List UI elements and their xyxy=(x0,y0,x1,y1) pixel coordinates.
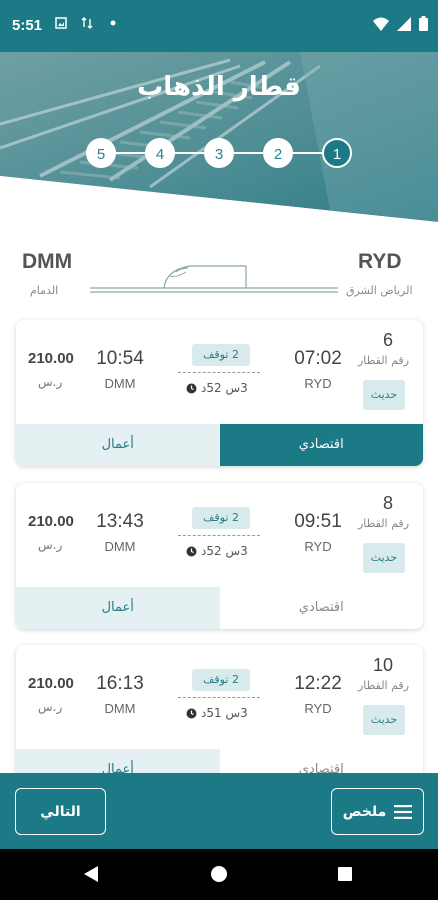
train-type-badge: حديث xyxy=(363,543,405,573)
arrival-time: 13:43 xyxy=(96,511,144,532)
destination-name: الدمام xyxy=(30,284,59,297)
arrival-time: 10:54 xyxy=(96,348,144,369)
trip-card[interactable]: 210.00 ر.س 10:54 DMM 2 توقف 3س 52د 07:02… xyxy=(16,320,423,466)
system-navigation-bar xyxy=(0,849,438,900)
route-summary: DMM الدمام RYD الرياض الشرق xyxy=(0,240,438,310)
status-bar: 5:51 xyxy=(0,0,438,52)
summary-button[interactable]: ملخص xyxy=(331,788,424,835)
app-screen: 5:51 قطار الذهاب 5 4 3 2 1 DMM الدمام RY… xyxy=(0,0,438,900)
currency: ر.س xyxy=(38,700,63,714)
menu-icon xyxy=(394,804,413,819)
cellular-signal-icon xyxy=(397,16,411,31)
train-number: 10 xyxy=(372,655,393,675)
departure-time: 12:22 xyxy=(294,673,342,694)
dot-icon xyxy=(110,20,116,26)
next-button[interactable]: التالي xyxy=(15,788,106,835)
clock-icon xyxy=(186,383,197,393)
stops-badge: 2 توقف xyxy=(192,344,250,366)
economy-class-option[interactable]: اقتصادي xyxy=(219,587,423,629)
next-button-label: التالي xyxy=(40,803,81,820)
home-icon[interactable] xyxy=(211,866,227,882)
departure-time: 09:51 xyxy=(294,511,342,532)
step-3: 3 xyxy=(204,138,234,168)
duration-text: 3س 52د xyxy=(201,544,248,558)
origin-code: RYD xyxy=(358,250,402,273)
train-type-badge: حديث xyxy=(363,380,405,410)
bottom-action-bar: التالي ملخص xyxy=(0,773,438,849)
departure-code: RYD xyxy=(304,539,332,554)
data-transfer-icon xyxy=(81,17,93,29)
duration-text: 3س 51د xyxy=(201,706,248,720)
journey-divider xyxy=(178,697,260,698)
step-4: 4 xyxy=(145,138,175,168)
trip-card[interactable]: 210.00 ر.س 16:13 DMM 2 توقف 3س 51د 12:22… xyxy=(16,645,423,791)
economy-class-option[interactable]: اقتصادي xyxy=(219,424,423,466)
arrival-code: DMM xyxy=(104,701,136,716)
summary-button-label: ملخص xyxy=(342,803,387,820)
clock-icon xyxy=(186,546,197,556)
recent-apps-icon[interactable] xyxy=(338,867,352,881)
train-type-badge: حديث xyxy=(363,705,405,735)
departure-code: RYD xyxy=(304,701,332,716)
duration: 3س 52د xyxy=(186,544,248,558)
step-1-active: 1 xyxy=(322,138,352,168)
arrival-time: 16:13 xyxy=(96,673,144,694)
currency: ر.س xyxy=(38,538,63,552)
train-number-label: رقم القطار xyxy=(357,517,409,530)
duration: 3س 52د xyxy=(186,381,248,395)
departure-code: RYD xyxy=(304,376,332,391)
price: 210.00 xyxy=(28,675,74,692)
progress-stepper: 5 4 3 2 1 xyxy=(86,138,354,168)
stops-badge: 2 توقف xyxy=(192,669,250,691)
journey-divider xyxy=(178,372,260,373)
train-number: 8 xyxy=(382,493,393,513)
train-number-label: رقم القطار xyxy=(357,354,409,367)
destination-code: DMM xyxy=(22,250,73,273)
page-title: قطار الذهاب xyxy=(137,72,301,102)
duration-text: 3س 52د xyxy=(201,381,248,395)
arrival-code: DMM xyxy=(104,539,136,554)
clock-icon xyxy=(186,708,197,718)
business-class-option[interactable]: أعمال xyxy=(16,587,220,629)
step-2: 2 xyxy=(263,138,293,168)
trip-card[interactable]: 210.00 ر.س 13:43 DMM 2 توقف 3س 52د 09:51… xyxy=(16,483,423,629)
image-notification-icon xyxy=(55,17,67,29)
header-banner: قطار الذهاب 5 4 3 2 1 xyxy=(0,52,438,222)
arrival-code: DMM xyxy=(104,376,136,391)
train-number-label: رقم القطار xyxy=(357,679,409,692)
departure-time: 07:02 xyxy=(294,348,342,369)
back-icon[interactable] xyxy=(84,866,98,882)
wifi-icon xyxy=(373,17,389,31)
train-route-icon xyxy=(90,265,338,293)
battery-icon xyxy=(419,16,428,31)
class-selector: أعمال اقتصادي xyxy=(16,424,423,466)
price: 210.00 xyxy=(28,513,74,530)
step-5: 5 xyxy=(86,138,116,168)
duration: 3س 51د xyxy=(186,706,248,720)
price: 210.00 xyxy=(28,350,74,367)
status-time: 5:51 xyxy=(12,17,43,34)
status-right-icons xyxy=(373,16,428,31)
stops-badge: 2 توقف xyxy=(192,507,250,529)
train-number: 6 xyxy=(382,330,393,350)
journey-divider xyxy=(178,535,260,536)
class-selector: أعمال اقتصادي xyxy=(16,587,423,629)
status-left-icons xyxy=(55,17,119,29)
currency: ر.س xyxy=(38,375,63,389)
origin-name: الرياض الشرق xyxy=(346,284,413,297)
business-class-option[interactable]: أعمال xyxy=(16,424,220,466)
